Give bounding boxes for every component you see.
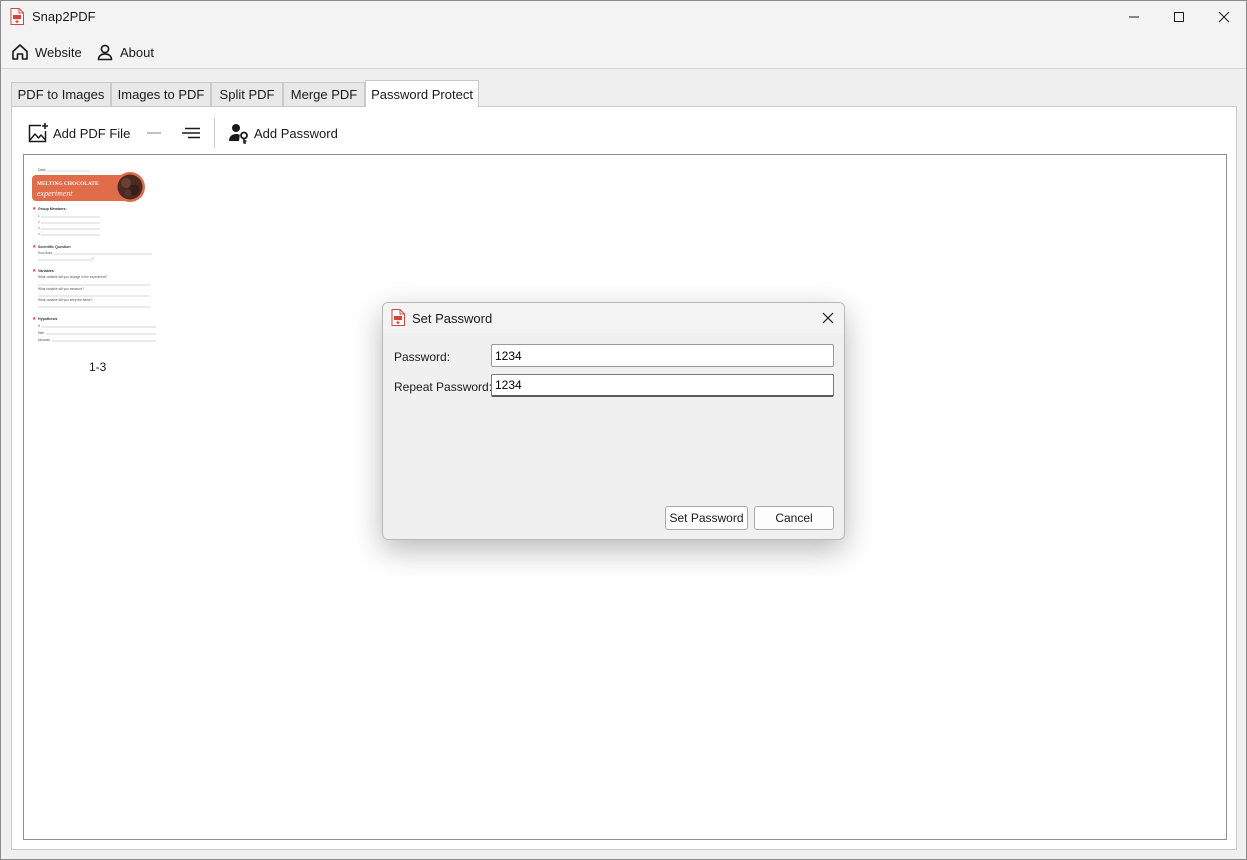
add-pdf-file-label: Add PDF File — [53, 125, 131, 141]
tab-pdf-to-images[interactable]: PDF to Images — [11, 82, 111, 106]
close-icon[interactable] — [820, 310, 836, 326]
doc-date-label: Date: — [38, 168, 46, 172]
doc-section-title: Variables — [38, 269, 54, 273]
doc-variable-question: What variable will you change in the exp… — [38, 275, 108, 279]
tab-label: Password Protect — [371, 86, 473, 102]
add-pdf-file-button[interactable]: Add PDF File — [27, 121, 130, 145]
doc-variable-question: What variable will you keep the same? — [38, 298, 93, 302]
doc-section-title: Hypothesis — [38, 317, 57, 321]
doc-section-title: Scientific Question — [38, 245, 71, 249]
pdf-app-icon — [391, 309, 405, 326]
menu-about-label: About — [120, 44, 154, 60]
svg-text:2.: 2. — [38, 220, 41, 224]
tab-split-pdf[interactable]: Split PDF — [211, 82, 283, 106]
add-password-button[interactable]: Add Password — [228, 121, 338, 145]
menu-about[interactable]: About — [96, 41, 154, 63]
close-icon — [1218, 11, 1230, 22]
pdf-page-preview: Date: MELTING CHOCOLATE experiment ★ Gro… — [32, 168, 156, 342]
svg-text:?: ? — [92, 257, 94, 261]
window-title: Snap2PDF — [32, 9, 96, 24]
sort-lines-icon — [182, 127, 200, 139]
add-password-label: Add Password — [254, 125, 338, 141]
menu-bar: Website About — [1, 32, 1246, 69]
sort-button[interactable] — [180, 121, 202, 145]
svg-text:4.: 4. — [38, 232, 41, 236]
minimize-icon — [1129, 16, 1139, 17]
minus-icon — [147, 132, 161, 134]
doc-hypothesis-word: then — [38, 331, 44, 335]
tab-merge-pdf[interactable]: Merge PDF — [283, 82, 365, 106]
password-input[interactable] — [491, 344, 834, 367]
svg-text:3.: 3. — [38, 226, 41, 230]
toolbar-separator — [214, 118, 215, 148]
doc-heading-line1: MELTING CHOCOLATE — [37, 181, 99, 187]
menu-website-label: Website — [35, 44, 82, 60]
title-bar: Snap2PDF — [1, 1, 1246, 32]
maximize-button[interactable] — [1156, 1, 1202, 32]
doc-heading-line2: experiment — [37, 189, 73, 198]
menu-website[interactable]: Website — [11, 41, 82, 63]
svg-text:★: ★ — [32, 244, 37, 250]
doc-section-title: Group Members: — [38, 207, 67, 211]
page-range-label: 1-3 — [89, 360, 107, 374]
cancel-button[interactable]: Cancel — [754, 506, 834, 530]
tab-images-to-pdf[interactable]: Images to PDF — [111, 82, 211, 106]
maximize-icon — [1174, 11, 1184, 22]
svg-text:★: ★ — [32, 206, 37, 212]
tab-label: PDF to Images — [17, 87, 105, 102]
repeat-password-input[interactable] — [491, 374, 834, 397]
user-icon — [97, 44, 113, 61]
svg-text:1.: 1. — [38, 214, 41, 218]
dialog-title-bar: Set Password — [383, 303, 844, 333]
tab-password-protect[interactable]: Password Protect — [365, 80, 479, 107]
doc-question-prefix: How does — [38, 251, 53, 255]
remove-button[interactable] — [145, 121, 163, 145]
pdf-thumbnail[interactable]: Date: MELTING CHOCOLATE experiment ★ Gro… — [32, 165, 162, 345]
add-image-icon — [28, 123, 48, 143]
tab-label: Images to PDF — [117, 87, 205, 102]
svg-text:★: ★ — [32, 316, 37, 322]
tab-label: Merge PDF — [290, 87, 358, 102]
dialog-title: Set Password — [412, 311, 493, 326]
doc-hypothesis-word: because — [38, 338, 50, 342]
home-icon — [12, 44, 28, 60]
doc-hypothesis-word: If — [38, 324, 40, 328]
user-key-icon — [229, 124, 248, 144]
set-password-button[interactable]: Set Password — [665, 506, 748, 530]
repeat-password-label: Repeat Password: — [394, 380, 493, 394]
password-label: Password: — [394, 350, 451, 364]
set-password-dialog: Set Password Password: Repeat Password: … — [382, 302, 845, 540]
minimize-button[interactable] — [1111, 1, 1157, 32]
close-window-button[interactable] — [1201, 1, 1247, 32]
tab-label: Split PDF — [219, 87, 275, 102]
doc-variable-question: What variable will you measure? — [38, 287, 84, 291]
svg-text:★: ★ — [32, 268, 37, 274]
pdf-app-icon — [10, 8, 24, 25]
